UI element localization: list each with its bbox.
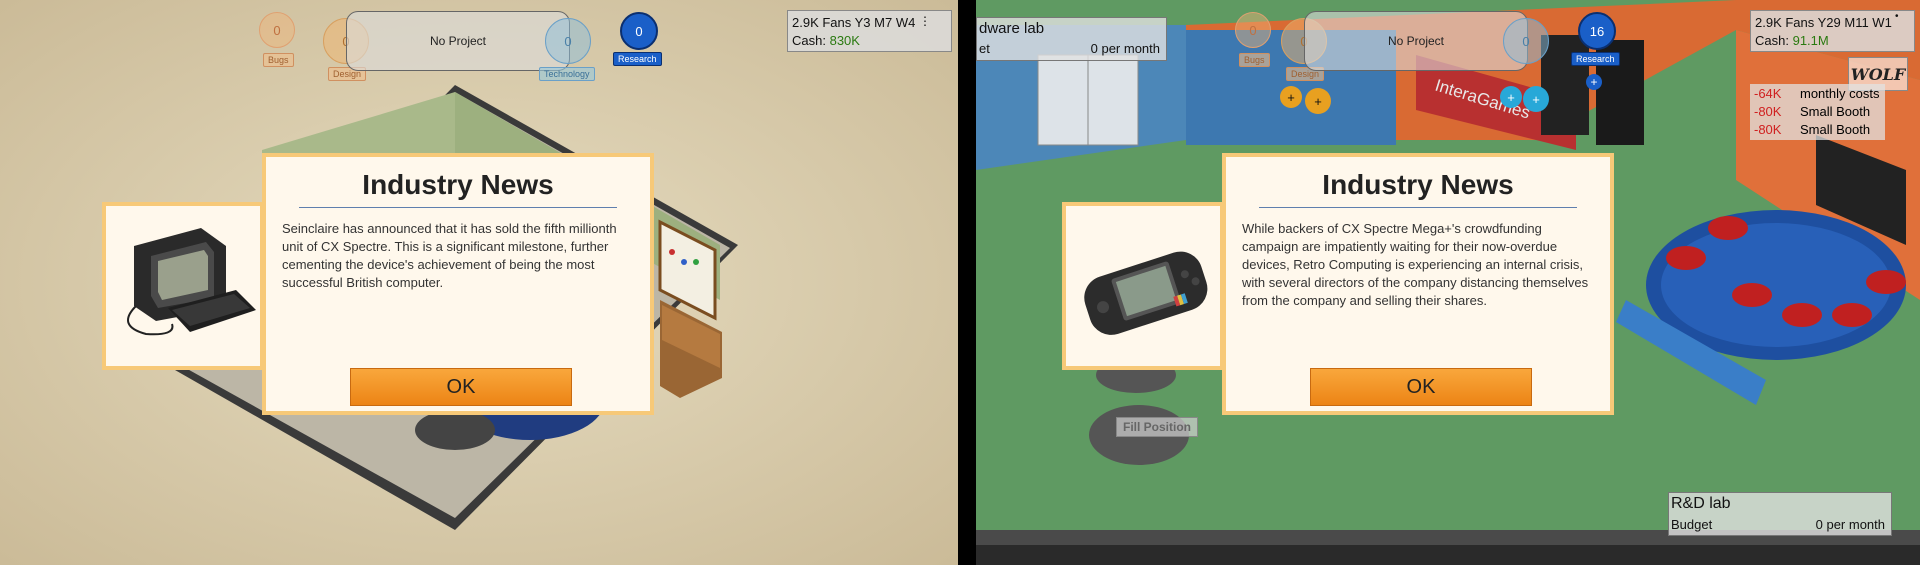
hardware-lab-budget-label: et — [979, 41, 990, 56]
hardware-lab-panel[interactable]: dware lab et 0 per month — [976, 17, 1167, 61]
title-divider — [299, 207, 617, 208]
bugs-value: 0 — [273, 22, 281, 38]
bugs-value: 0 — [1249, 22, 1257, 38]
cash-line: Cash: 91.1M — [1755, 32, 1910, 50]
expense-row: -64K — [1754, 85, 1781, 103]
expense-amount: -80K — [1754, 122, 1782, 137]
expense-row: -80K — [1754, 103, 1781, 121]
fans-cash-panel: 2.9K Fans Y29 M11 W1 Cash: 91.1M — [1750, 10, 1915, 52]
cash-label: Cash: — [1755, 33, 1789, 48]
rd-lab-title: R&D lab — [1671, 495, 1731, 512]
expense-amount: -80K — [1754, 104, 1782, 119]
ok-button[interactable]: OK — [350, 368, 572, 406]
expenses-list: -64K monthly costs -80K Small Booth -80K… — [1750, 84, 1885, 140]
project-label: No Project — [1387, 34, 1445, 48]
menu-dots-icon[interactable]: ⋮ — [919, 14, 931, 28]
news-body-text: Seinclaire has announced that it has sol… — [282, 221, 617, 290]
hardware-lab-title: dware lab — [979, 20, 1045, 37]
project-status-box[interactable]: No Project — [346, 11, 570, 71]
tech-point-bubble[interactable]: + — [1523, 86, 1549, 112]
technology-value: 0 — [564, 33, 572, 49]
news-image-card — [1062, 202, 1224, 370]
expense-label: Small Booth — [1800, 122, 1871, 137]
cash-value: 91.1M — [1792, 33, 1829, 48]
menu-dot-icon[interactable]: • — [1895, 11, 1899, 22]
expense-row: -80K — [1754, 121, 1781, 139]
dialog-title: Industry News — [1322, 169, 1514, 200]
research-label[interactable]: Research — [1571, 52, 1620, 66]
design-point-bubble[interactable]: + — [1280, 86, 1302, 108]
research-label[interactable]: Research — [613, 52, 662, 66]
expense-label: monthly costs — [1800, 86, 1880, 101]
cash-value: 830K — [829, 33, 860, 48]
news-body-text: While backers of CX Spectre Mega+'s crow… — [1242, 221, 1589, 308]
rd-lab-budget-value: 0 per month — [1815, 517, 1885, 532]
tech-point-bubble[interactable]: + — [1500, 86, 1522, 108]
dialog-title: Industry News — [362, 169, 554, 200]
fans-date-text: 2.9K Fans Y29 M11 W1 — [1755, 15, 1892, 30]
research-point-bubble[interactable]: + — [1586, 74, 1602, 90]
project-label: No Project — [429, 34, 487, 48]
retro-computer-icon — [127, 228, 256, 336]
right-game-panel: InteraGames dware lab et 0 per month 0 B… — [976, 0, 1920, 565]
project-status-box[interactable]: No Project — [1304, 11, 1528, 71]
research-value: 16 — [1589, 23, 1605, 39]
rd-lab-budget-label: Budget — [1671, 517, 1713, 532]
technology-counter[interactable]: 0 — [545, 18, 591, 64]
rd-lab-panel[interactable]: R&D lab Budget 0 per month — [1668, 492, 1892, 536]
ok-button[interactable]: OK — [1310, 368, 1532, 406]
handheld-console-icon — [1084, 251, 1208, 335]
technology-value: 0 — [1522, 33, 1530, 49]
technology-counter[interactable]: 0 — [1503, 18, 1549, 64]
news-image-card — [102, 202, 264, 370]
technology-label: Technology — [539, 67, 595, 81]
cash-line: Cash: 830K — [792, 32, 947, 50]
logo-text: WOLF — [1850, 64, 1906, 84]
research-counter[interactable]: 0 — [620, 12, 658, 50]
panel-divider — [958, 0, 976, 565]
bugs-counter[interactable]: 0 — [1235, 12, 1271, 48]
expense-label: Small Booth — [1800, 104, 1871, 119]
hardware-lab-budget-value: 0 per month — [1090, 41, 1160, 56]
research-counter[interactable]: 16 — [1578, 12, 1616, 50]
bugs-counter[interactable]: 0 — [259, 12, 295, 48]
design-point-bubble[interactable]: + — [1305, 88, 1331, 114]
industry-news-dialog: Industry News Seinclaire has announced t… — [262, 153, 654, 415]
research-value: 0 — [635, 23, 643, 39]
bugs-label: Bugs — [1239, 53, 1270, 67]
fill-position-button[interactable]: Fill Position — [1116, 417, 1198, 437]
cash-label: Cash: — [792, 33, 826, 48]
industry-news-dialog: Industry News While backers of CX Spectr… — [1222, 153, 1614, 415]
expense-amount: -64K — [1754, 86, 1782, 101]
left-game-panel: 0 Bugs 0 Design No Project 0 Technology … — [0, 0, 958, 565]
title-divider — [1259, 207, 1577, 208]
bugs-label: Bugs — [263, 53, 294, 67]
